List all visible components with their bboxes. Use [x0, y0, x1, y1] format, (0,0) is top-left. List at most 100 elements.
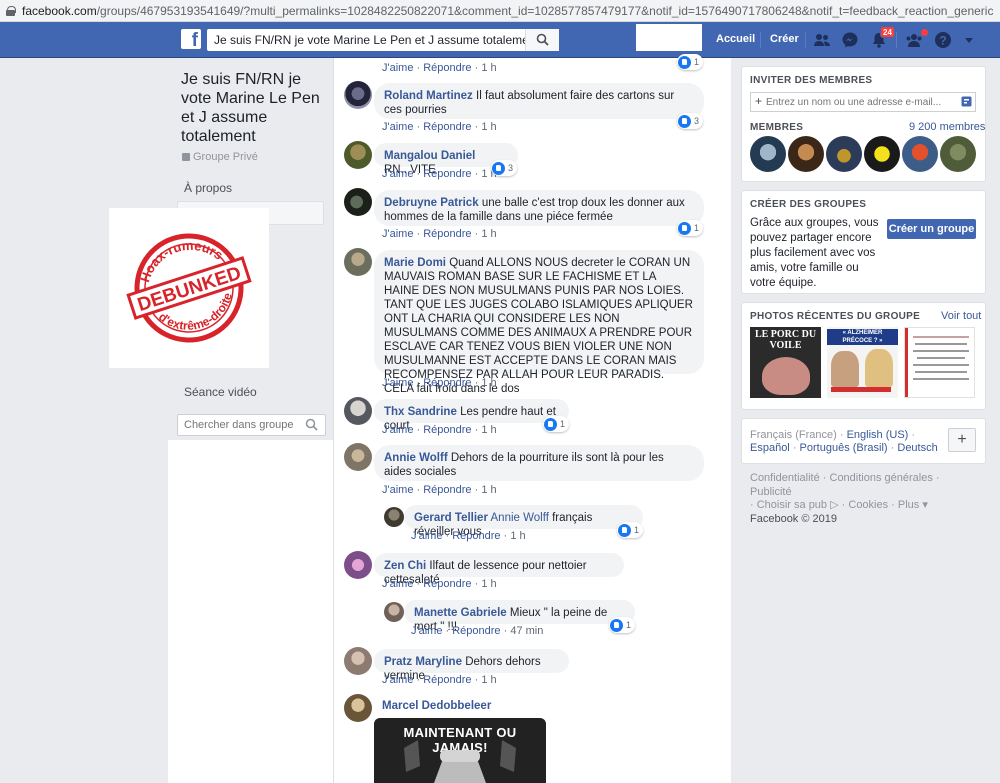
group-photo[interactable] [904, 327, 975, 398]
reaction-count[interactable]: 3 [677, 113, 704, 129]
comment-actions: J'aime · Répondre · 1 h [382, 62, 497, 74]
reaction-count[interactable]: 1 [677, 54, 704, 70]
avatar[interactable] [344, 551, 372, 579]
like-icon [544, 417, 557, 431]
reaction-count[interactable]: 3 [491, 160, 518, 176]
comment-actions: J'aime · Répondre · 1 h [382, 424, 497, 436]
avatar[interactable] [344, 81, 372, 109]
avatar[interactable] [344, 248, 372, 276]
comment-bubble: Zen Chi Ilfaut de lessence pour nettoier… [374, 553, 624, 586]
home-link[interactable]: Accueil [716, 33, 755, 45]
comment-mention[interactable]: Annie Wolff [491, 512, 549, 524]
group-search-input[interactable] [177, 414, 326, 436]
create-link[interactable]: Créer [770, 33, 799, 45]
like-icon [678, 55, 691, 69]
reaction-count[interactable]: 1 [543, 416, 570, 432]
reply-bubble: Gerard Tellier Annie Wolff français réve… [404, 505, 643, 538]
avatar[interactable] [344, 694, 372, 722]
reaction-count[interactable]: 1 [677, 220, 704, 236]
svg-text:?: ? [939, 34, 946, 48]
nav-divider [760, 32, 761, 48]
left-white-area [168, 440, 334, 783]
comment-actions: J'aime · Répondre · 1 h [411, 530, 526, 542]
contacts-icon[interactable] [961, 96, 972, 107]
group-photo[interactable]: LE PORC DU VOILE [750, 327, 821, 398]
facebook-logo-icon[interactable]: f [181, 29, 201, 49]
add-language-button[interactable]: + [948, 428, 976, 452]
plus-icon: + [755, 94, 763, 108]
language-link[interactable]: Español [750, 442, 790, 454]
comment-author[interactable]: Thx Sandrine [384, 406, 457, 418]
footer-link[interactable]: Publicité [750, 486, 792, 498]
help-icon[interactable]: ? [934, 31, 952, 49]
avatar[interactable] [384, 507, 404, 527]
search-input[interactable] [207, 29, 559, 51]
reaction-count[interactable]: 1 [609, 617, 636, 633]
create-groups-title: CRÉER DES GROUPES [750, 199, 867, 210]
sidebar-item-video[interactable]: Séance vidéo [184, 385, 257, 399]
comment-actions: J'aime · Répondre · 1 h [382, 578, 497, 590]
search-icon [536, 33, 549, 46]
notification-count-badge: 24 [880, 26, 895, 38]
comment-author[interactable]: Debruyne Patrick [384, 197, 479, 209]
ad-choices-icon: ▷ [830, 499, 839, 511]
nav-divider [805, 32, 806, 48]
comment-bubble: Thx Sandrine Les pendre haut et court [374, 399, 569, 432]
language-current: Français (France) [750, 429, 837, 441]
comment-author[interactable]: Zen Chi [384, 560, 426, 572]
group-photo[interactable]: « ALZHEIMER PRÉCOCE ? » [827, 327, 898, 398]
avatar[interactable] [344, 443, 372, 471]
comment-author[interactable]: Pratz Maryline [384, 656, 462, 668]
comment-author[interactable]: Marcel Dedobbeleer [382, 700, 491, 712]
comment-author[interactable]: Annie Wolff [384, 452, 448, 464]
footer-link[interactable]: Choisir sa pub [757, 499, 827, 511]
avatar[interactable] [344, 141, 372, 169]
invite-input[interactable] [750, 92, 976, 112]
thread-line [333, 58, 334, 783]
lock-icon [182, 153, 190, 161]
member-avatar[interactable] [902, 136, 938, 172]
comment-image[interactable]: MAINTENANT OU JAMAIS! [374, 718, 546, 783]
comment-author[interactable]: Roland Martinez [384, 90, 473, 102]
comment-actions: J'aime · Répondre · 1 h [382, 674, 497, 686]
language-link[interactable]: Deutsch [897, 442, 937, 454]
create-group-button[interactable]: Créer un groupe [887, 219, 976, 239]
group-name[interactable]: Je suis FN/RN je vote Marine Le Pen et J… [181, 70, 331, 146]
group-privacy: Groupe Privé [182, 151, 258, 163]
language-link[interactable]: Português (Brasil) [800, 442, 888, 454]
comment-author[interactable]: Mangalou Daniel [384, 150, 475, 162]
comment-author[interactable]: Marie Domi [384, 257, 446, 269]
sidebar-item-about[interactable]: À propos [184, 181, 232, 195]
member-avatar[interactable] [940, 136, 976, 172]
comment-actions: J'aime · Répondre · 1 h [382, 377, 497, 389]
dropdown-icon[interactable] [963, 34, 975, 46]
avatar[interactable] [344, 647, 372, 675]
messenger-icon[interactable] [841, 31, 859, 49]
avatar[interactable] [344, 397, 372, 425]
comment-author[interactable]: Gerard Tellier [414, 512, 488, 524]
member-avatar[interactable] [864, 136, 900, 172]
search-button[interactable] [525, 29, 559, 51]
member-avatar[interactable] [750, 136, 786, 172]
like-icon [678, 221, 691, 235]
like-icon [618, 523, 631, 537]
comment-bubble: Roland Martinez Il faut absolument faire… [374, 83, 704, 119]
members-count-link[interactable]: 9 200 membres [909, 121, 985, 133]
footer-link[interactable]: Conditions générales [830, 472, 933, 484]
friends-icon[interactable] [813, 31, 831, 49]
footer-link[interactable]: Cookies [848, 499, 888, 511]
footer-link[interactable]: Confidentialité [750, 472, 820, 484]
member-avatar[interactable] [788, 136, 824, 172]
reaction-count[interactable]: 1 [617, 522, 644, 538]
see-all-photos-link[interactable]: Voir tout [941, 310, 981, 322]
avatar[interactable] [344, 188, 372, 216]
comment-author[interactable]: Manette Gabriele [414, 607, 507, 619]
page-footer: Confidentialité · Conditions générales ·… [750, 472, 940, 525]
footer-link[interactable]: Plus [898, 499, 919, 511]
member-avatar[interactable] [826, 136, 862, 172]
avatar[interactable] [384, 602, 404, 622]
url-host: facebook.com [22, 3, 97, 18]
language-link[interactable]: English (US) [847, 429, 909, 441]
comment-actions: J'aime · Répondre · 47 min [411, 625, 544, 637]
browser-address-bar[interactable]: facebook.com/groups/467953193541649/?mul… [0, 0, 1000, 22]
